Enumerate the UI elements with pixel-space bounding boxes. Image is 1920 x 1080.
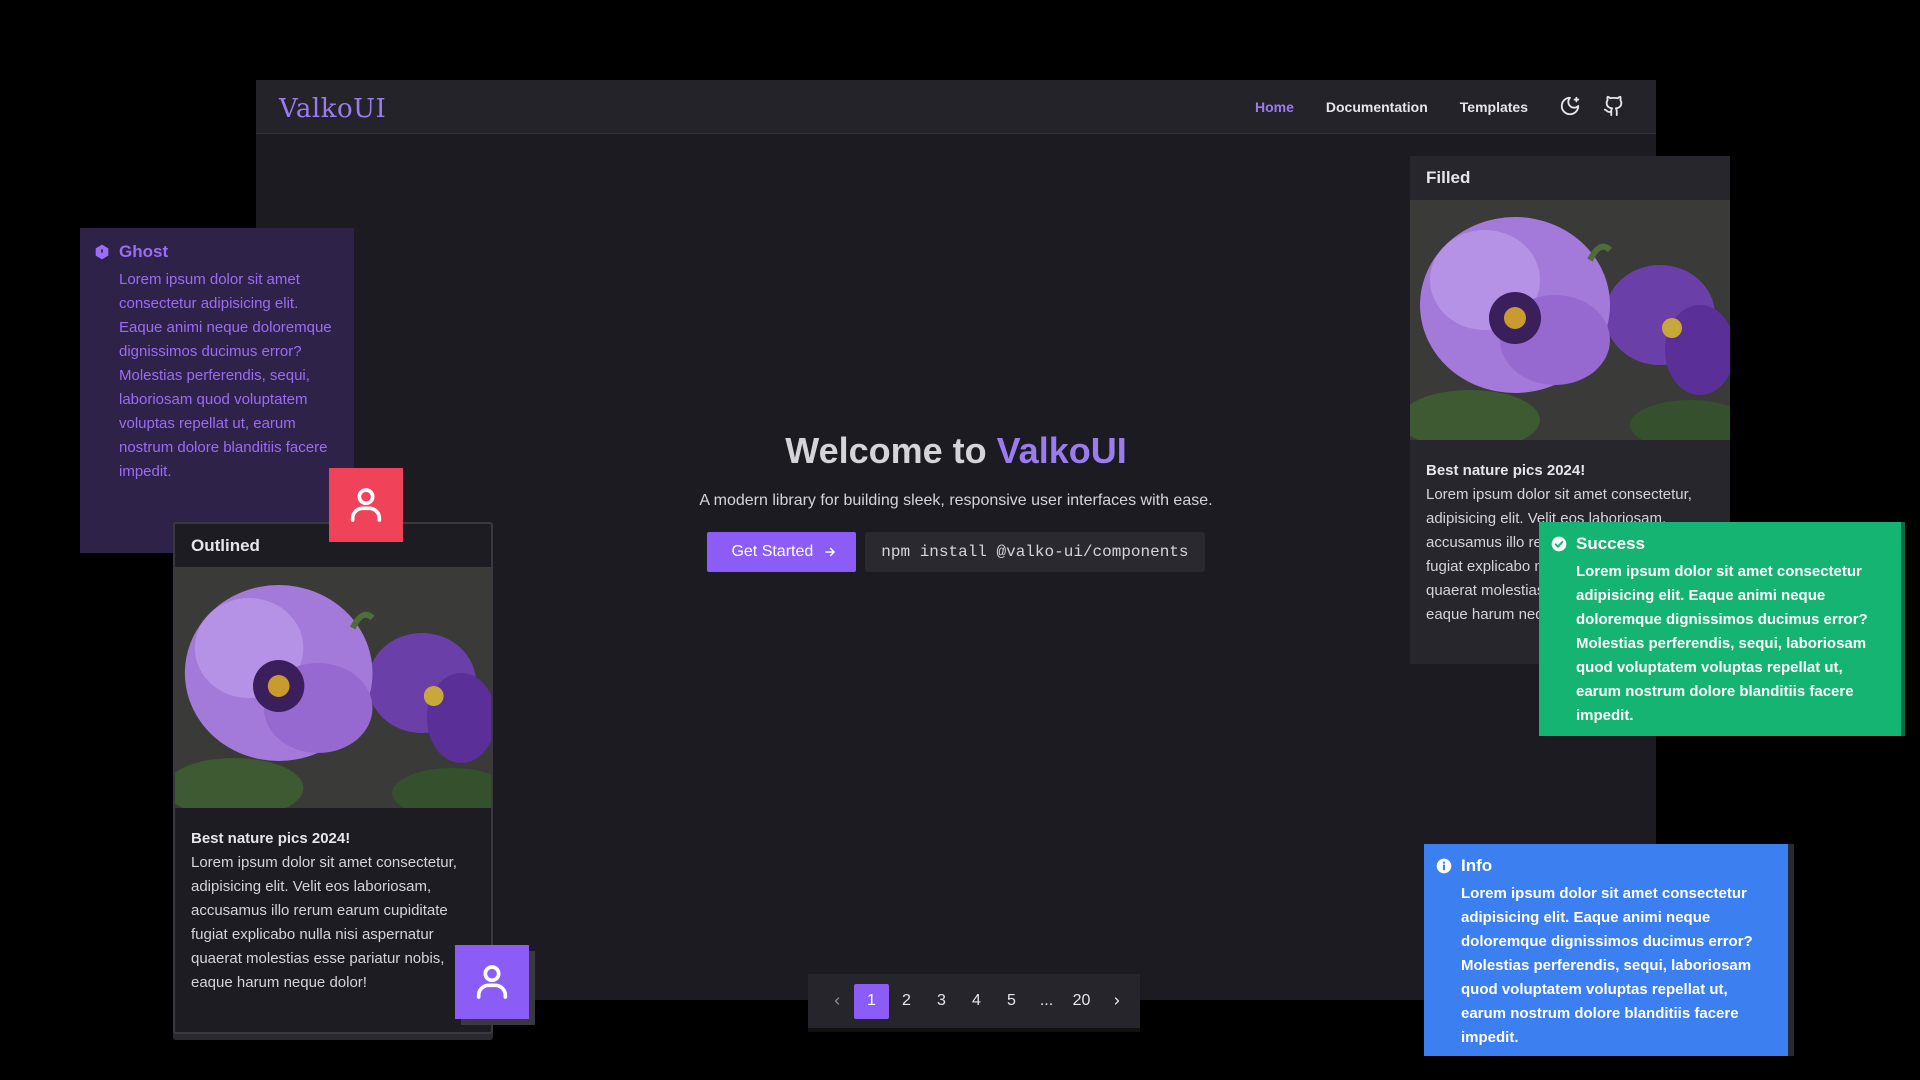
github-icon[interactable]: [1602, 94, 1626, 118]
page-button-1[interactable]: 1: [854, 983, 889, 1019]
get-started-button[interactable]: Get Started: [707, 532, 857, 572]
hexagon-icon: [95, 244, 109, 260]
avatar-red[interactable]: [329, 468, 403, 542]
info-alert-header: Info: [1436, 856, 1772, 876]
chevron-right-icon: [1114, 997, 1119, 1005]
top-nav: ValkoUI Home Documentation Templates: [256, 80, 1656, 134]
page-button-20[interactable]: 20: [1064, 984, 1099, 1019]
page-button-3[interactable]: 3: [924, 984, 959, 1019]
info-alert-body: Lorem ipsum dolor sit amet consectetur a…: [1461, 885, 1753, 1046]
nav-icons: [1558, 94, 1626, 118]
success-alert-header: Success: [1551, 534, 1885, 554]
flower-image: [1410, 200, 1730, 440]
filled-card-header: Filled: [1410, 156, 1730, 200]
nav-link-home[interactable]: Home: [1255, 99, 1294, 115]
get-started-label: Get Started: [731, 543, 814, 560]
ghost-alert-title: Ghost: [119, 242, 169, 261]
ghost-alert: Ghost Lorem ipsum dolor sit amet consect…: [80, 228, 354, 553]
outlined-card-text: Lorem ipsum dolor sit amet consectetur, …: [191, 854, 457, 991]
logo[interactable]: ValkoUI: [279, 94, 386, 124]
filled-card-title: Best nature pics 2024!: [1426, 462, 1586, 479]
user-icon: [350, 488, 382, 522]
user-icon: [476, 965, 508, 999]
success-alert-body: Lorem ipsum dolor sit amet consectetur a…: [1576, 563, 1868, 724]
page-ellipsis: ...: [1039, 992, 1054, 1009]
hero-title-prefix: Welcome to: [785, 430, 997, 471]
outlined-card: Outlined Best nature pics 2024! Lorem ip…: [173, 522, 493, 1034]
nav-link-templates[interactable]: Templates: [1460, 99, 1528, 115]
check-circle-icon: [1551, 536, 1567, 552]
pagination: 1 2 3 4 5 ... 20: [808, 974, 1140, 1028]
nav-links: Home Documentation Templates: [1255, 99, 1528, 115]
ghost-alert-header: Ghost: [94, 242, 338, 262]
info-alert: Info Lorem ipsum dolor sit amet consecte…: [1424, 844, 1788, 1056]
page-button-2[interactable]: 2: [889, 984, 924, 1019]
prev-page-button[interactable]: [819, 984, 854, 1019]
install-command[interactable]: npm install @valko-ui/components: [865, 532, 1205, 572]
flower-image: [175, 568, 491, 808]
success-alert: Success Lorem ipsum dolor sit amet conse…: [1539, 522, 1901, 736]
next-page-button[interactable]: [1099, 984, 1134, 1019]
page-button-5[interactable]: 5: [994, 984, 1029, 1019]
success-alert-title: Success: [1576, 534, 1645, 553]
ghost-alert-body: Lorem ipsum dolor sit amet consectetur a…: [119, 271, 332, 480]
page-button-4[interactable]: 4: [959, 984, 994, 1019]
chevron-left-icon: [834, 997, 839, 1005]
outlined-card-title: Best nature pics 2024!: [191, 830, 351, 847]
info-alert-title: Info: [1461, 856, 1493, 875]
arrow-right-icon: [825, 547, 836, 557]
moon-icon[interactable]: [1558, 94, 1582, 118]
hero-title-brand: ValkoUI: [996, 430, 1127, 471]
avatar-purple[interactable]: [455, 945, 529, 1019]
info-circle-icon: [1436, 858, 1452, 874]
nav-link-documentation[interactable]: Documentation: [1326, 99, 1428, 115]
